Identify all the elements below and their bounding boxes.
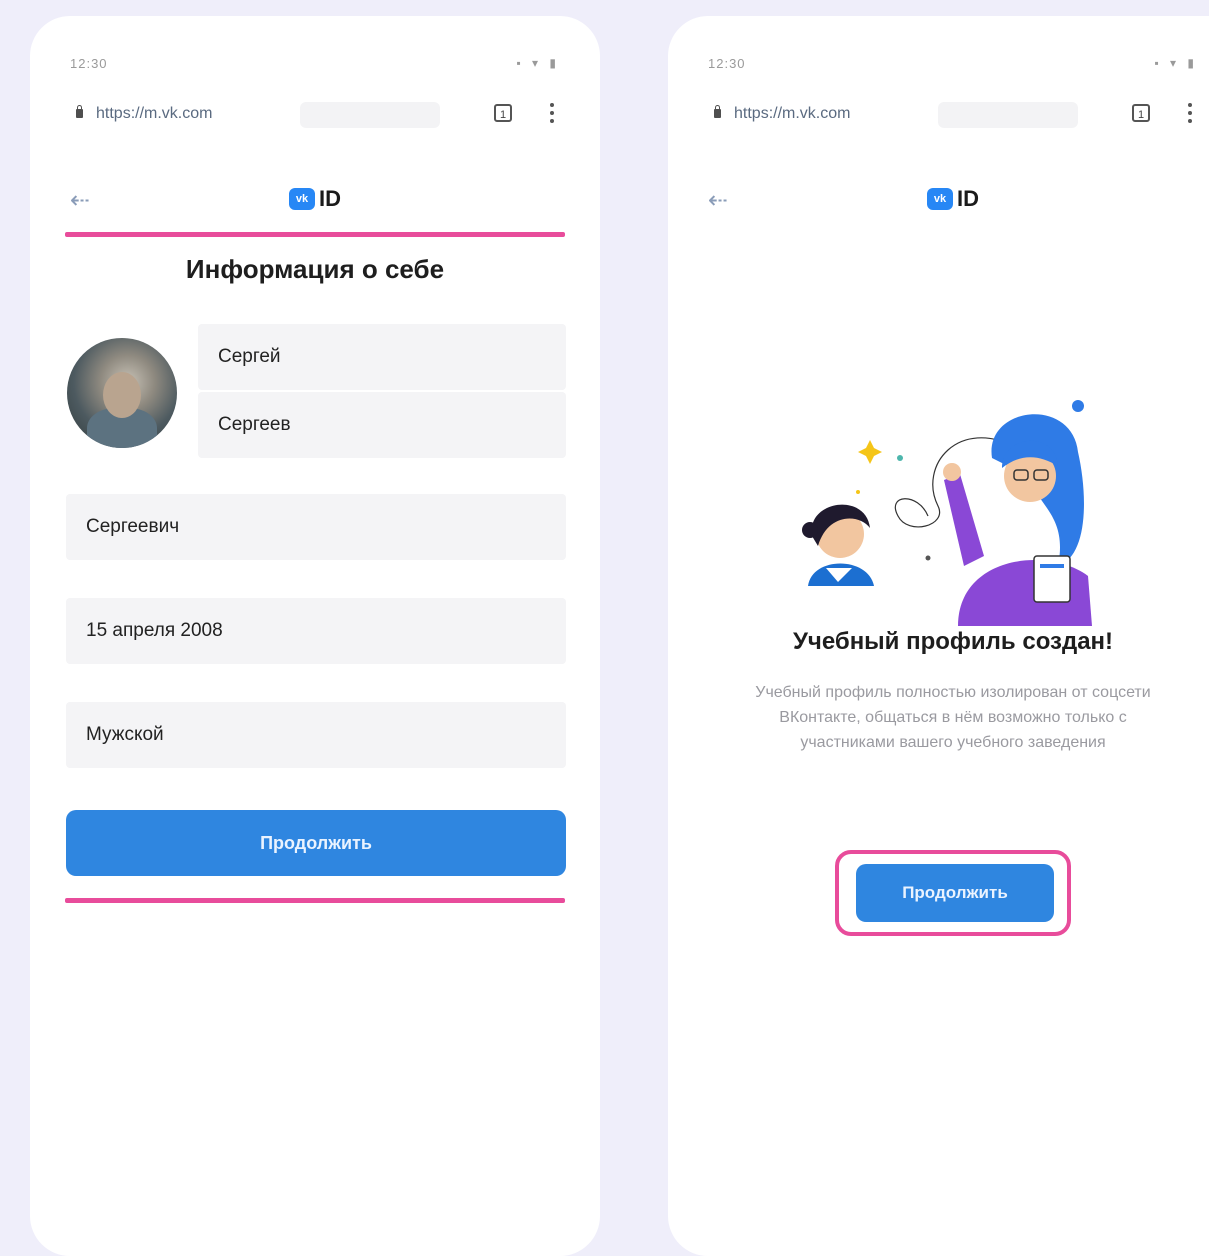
lock-icon [714,105,721,118]
last-name-value: Сергеев [218,414,291,435]
url-text[interactable]: https://m.vk.com [96,105,212,123]
first-name-field[interactable]: Сергей [198,324,566,390]
more-menu-icon[interactable] [550,100,554,126]
browser-url-bar[interactable]: https://m.vk.com 1 [708,96,1198,136]
url-bar-shade [300,102,440,128]
highlight-line-bottom [65,898,565,903]
page-title: Информация о себе [185,254,445,284]
phone-screen-profile-created: 12:30 ▪ ▾ ▮ https://m.vk.com 1 ⇠ vk ID У… [668,16,1209,1256]
continue-button[interactable]: Продолжить [66,810,566,876]
birth-date-value: 15 апреля 2008 [86,620,223,641]
students-illustration [802,400,1092,626]
success-description: Учебный профиль полностью изолирован от … [755,684,1151,751]
patronymic-field[interactable]: Сергеевич [66,494,566,560]
lock-icon [76,105,83,118]
browser-url-bar[interactable]: https://m.vk.com 1 [70,96,560,136]
vk-id-logo: vk ID [289,186,341,212]
app-navbar: ⇠ vk ID [30,176,600,222]
more-menu-icon[interactable] [1188,100,1192,126]
patronymic-value: Сергеевич [86,516,180,537]
first-name-value: Сергей [218,346,281,367]
status-time: 12:30 [70,56,108,71]
vk-logo-icon: vk [927,188,953,210]
tabs-icon[interactable]: 1 [1132,104,1150,122]
gender-value: Мужской [86,724,164,745]
vk-id-logo: vk ID [927,186,979,212]
back-arrow-icon[interactable]: ⇠ [70,186,90,215]
last-name-field[interactable]: Сергеев [198,392,566,458]
status-icons: ▪ ▾ ▮ [516,56,560,70]
continue-button[interactable]: Продолжить [856,864,1054,922]
highlight-line-top [65,232,565,237]
logo-text: ID [957,186,979,211]
logo-text: ID [319,186,341,211]
success-title: Учебный профиль создан! [792,628,1114,655]
status-icons: ▪ ▾ ▮ [1154,56,1198,70]
gender-field[interactable]: Мужской [66,702,566,768]
tabs-icon[interactable]: 1 [494,104,512,122]
back-arrow-icon[interactable]: ⇠ [708,186,728,215]
status-time: 12:30 [708,56,746,71]
birth-date-field[interactable]: 15 апреля 2008 [66,598,566,664]
phone-screen-profile-info: 12:30 ▪ ▾ ▮ https://m.vk.com 1 ⇠ vk ID И… [30,16,600,1256]
app-navbar: ⇠ vk ID [668,176,1209,222]
vk-logo-icon: vk [289,188,315,210]
url-text[interactable]: https://m.vk.com [734,105,850,123]
avatar[interactable] [67,338,177,448]
url-bar-shade [938,102,1078,128]
